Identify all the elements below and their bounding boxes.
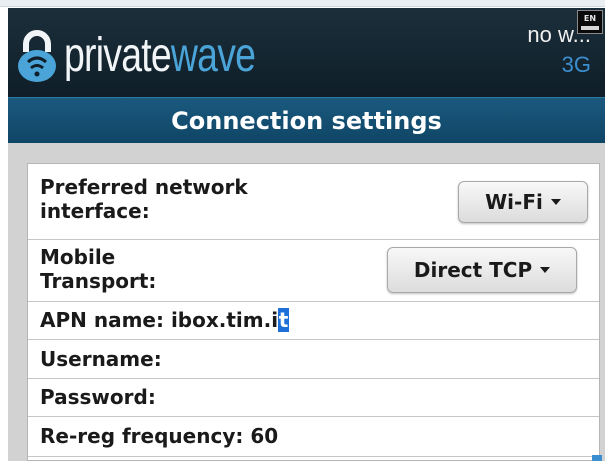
privatewave-logo-icon — [18, 30, 56, 82]
page-title: Connection settings — [171, 107, 442, 135]
app-window: privatewave no w... 3G EN Connection set… — [0, 0, 605, 461]
apn-name-field[interactable]: APN name: ibox.tim.it — [40, 308, 290, 332]
scroll-indicator — [592, 455, 602, 461]
password-field[interactable]: Password: — [40, 385, 156, 409]
username-row[interactable]: Username: — [28, 340, 599, 379]
privatewave-logo-text: privatewave — [64, 26, 256, 86]
preferred-network-row: Preferred network interface: Wi-Fi — [28, 164, 599, 240]
top-border — [0, 0, 605, 7]
mobile-transport-label-line1: Mobile — [40, 245, 116, 269]
preferred-network-dropdown[interactable]: Wi-Fi — [458, 181, 588, 223]
content-area: Preferred network interface: Wi-Fi Mobil… — [8, 143, 605, 461]
chevron-down-icon — [550, 199, 561, 205]
rereg-frequency-value: 60 — [250, 424, 279, 448]
logo-wave-text: wave — [170, 29, 256, 82]
apn-name-value: ibox.tim.i — [170, 308, 279, 332]
network-type: 3G — [561, 52, 591, 77]
username-label: Username: — [40, 347, 162, 371]
password-row[interactable]: Password: — [28, 379, 599, 417]
preferred-network-label: Preferred network interface: — [40, 175, 248, 223]
apn-name-row[interactable]: APN name: ibox.tim.it — [28, 302, 599, 340]
keyboard-language-icon: EN — [577, 10, 603, 34]
mobile-transport-label-line2: Transport: — [40, 269, 157, 293]
app-header: privatewave no w... 3G EN — [8, 8, 605, 97]
mobile-transport-dropdown[interactable]: Direct TCP — [387, 247, 577, 293]
rereg-frequency-row[interactable]: Re-reg frequency: 60 — [28, 417, 599, 457]
preferred-network-label-line2: interface: — [40, 199, 150, 223]
mobile-transport-value: Direct TCP — [413, 258, 533, 282]
password-label: Password: — [40, 385, 156, 409]
username-field[interactable]: Username: — [40, 347, 162, 371]
mobile-transport-row: Mobile Transport: Direct TCP — [28, 240, 599, 302]
apn-name-label: APN name: — [40, 308, 164, 332]
chevron-down-icon — [540, 267, 551, 273]
rereg-frequency-field[interactable]: Re-reg frequency: 60 — [40, 424, 278, 448]
preferred-network-label-line1: Preferred network — [40, 175, 248, 199]
mobile-transport-label: Mobile Transport: — [40, 245, 156, 293]
text-cursor: t — [278, 308, 290, 332]
rereg-frequency-label: Re-reg frequency: — [40, 424, 244, 448]
logo-private-text: private — [64, 29, 172, 82]
preferred-network-value: Wi-Fi — [485, 190, 543, 214]
connection-settings-form: Preferred network interface: Wi-Fi Mobil… — [27, 163, 600, 461]
screen-title-bar: Connection settings — [8, 97, 605, 143]
